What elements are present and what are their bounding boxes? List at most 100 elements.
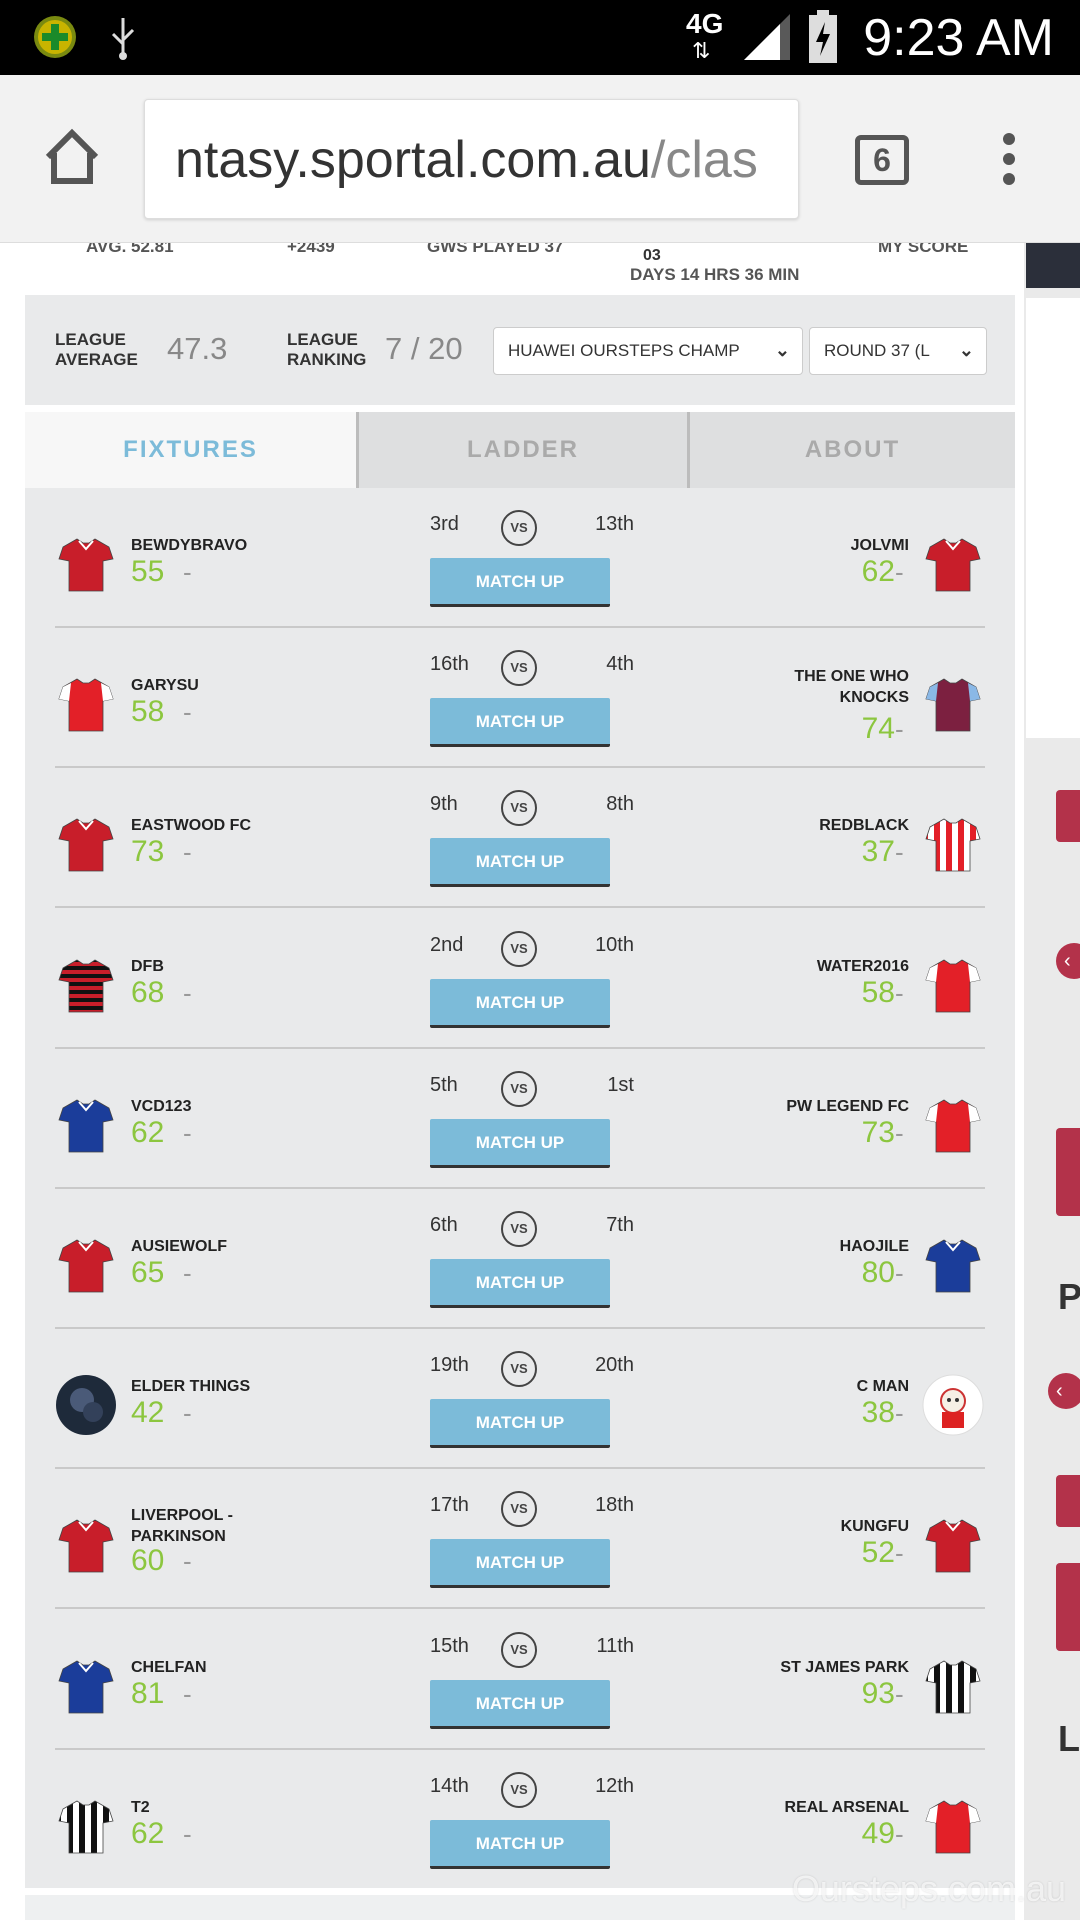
home-team-name: GARYSU <box>131 677 199 695</box>
sidebar-panel <box>1026 298 1080 738</box>
home-team-name: EASTWOOD FC <box>131 817 251 835</box>
home-rank: 2nd <box>430 933 464 956</box>
fixture-row: VCD123 62-5th VS 1st MATCH UP PW LEGEND FC 73- <box>25 1049 1015 1189</box>
fixture-row: DFB 68-2nd VS 10th MATCH UP WATER2016 58- <box>25 909 1015 1049</box>
home-dash: - <box>183 1258 192 1288</box>
home-jersey-icon <box>55 1514 117 1576</box>
home-rank: 3rd <box>430 513 459 535</box>
home-dash: - <box>183 1818 192 1849</box>
vs-icon: VS <box>501 1771 537 1808</box>
round-select[interactable]: ROUND 37 (L ⌄ <box>809 327 987 375</box>
away-dash: - <box>895 1258 904 1288</box>
match-up-button[interactable]: MATCH UP <box>430 1259 610 1308</box>
address-bar[interactable]: ntasy.sportal.com.au/clas <box>144 99 799 219</box>
away-score: 38 <box>861 1396 895 1430</box>
home-rank: 6th <box>430 1214 458 1236</box>
match-up-button[interactable]: MATCH UP <box>430 698 610 748</box>
fixture-row: AUSIEWOLF 65-6th VS 7th MATCH UP HAOJILE 80- <box>25 1189 1015 1329</box>
home-rank: 14th <box>430 1774 469 1797</box>
clock: 9:23 AM <box>863 9 1054 67</box>
away-score: 93 <box>861 1676 895 1710</box>
league-ranking-label: LEAGUE RANKING <box>287 330 367 369</box>
lock-icon <box>1056 790 1080 842</box>
home-dash: - <box>183 557 192 587</box>
sidebar-heading-fragment: La <box>1058 1718 1080 1759</box>
prev-arrow-icon[interactable]: ‹ <box>1048 1373 1080 1409</box>
page-content: AVG. 52.81 +2439 GWS PLAYED 37 03 DAYS 1… <box>0 243 1080 1920</box>
home-dash: - <box>183 697 192 728</box>
match-up-button[interactable]: MATCH UP <box>430 1399 610 1449</box>
sidebar-header-strip <box>1026 243 1080 288</box>
home-score: 60 <box>131 1544 165 1578</box>
home-jersey-icon <box>55 1795 117 1857</box>
away-score: 74 <box>861 712 895 746</box>
home-team-name: T2 <box>131 1798 150 1816</box>
home-icon[interactable] <box>42 127 102 187</box>
home-jersey-icon <box>55 1374 117 1436</box>
home-score: 73 <box>131 835 165 869</box>
sidebar-button[interactable] <box>1056 1563 1080 1651</box>
away-score: 80 <box>861 1256 895 1289</box>
away-team-name: THE ONE WHO KNOCKS <box>794 668 909 707</box>
avg-stat: AVG. 52.81 <box>86 243 174 256</box>
away-team-name: REDBLACK <box>819 817 909 835</box>
signal-icon <box>744 14 790 60</box>
vs-icon: VS <box>501 1351 537 1388</box>
prev-arrow-icon[interactable]: ‹ <box>1056 943 1080 979</box>
away-team-name: C MAN <box>856 1378 909 1396</box>
away-jersey-icon <box>922 954 984 1016</box>
away-rank: 13th <box>595 513 634 535</box>
match-up-button[interactable]: MATCH UP <box>430 1539 610 1589</box>
tab-ladder[interactable]: LADDER <box>359 412 687 488</box>
home-team-name: ELDER THINGS <box>131 1378 251 1396</box>
network-type: 4G <box>686 8 724 39</box>
battery-icon <box>809 10 837 63</box>
away-jersey-icon <box>922 673 984 735</box>
away-team-name: HAOJILE <box>839 1238 909 1255</box>
chevron-down-icon: ⌄ <box>958 340 974 360</box>
sidebar-heading-fragment: Pl <box>1058 1276 1080 1317</box>
tab-about[interactable]: ABOUT <box>690 412 1015 488</box>
home-rank: 5th <box>430 1073 458 1096</box>
away-score: 73 <box>861 1115 895 1149</box>
chevron-down-icon: ⌄ <box>774 340 790 360</box>
vs-icon: VS <box>501 1631 537 1668</box>
home-rank: 16th <box>430 653 469 676</box>
away-dash: - <box>895 1398 904 1429</box>
match-up-button[interactable]: MATCH UP <box>430 1819 610 1869</box>
vs-icon: VS <box>501 510 537 546</box>
gws-played-stat: GWS PLAYED 37 <box>427 243 564 256</box>
countdown: DAYS 14 HRS 36 MIN <box>630 265 800 284</box>
home-rank: 9th <box>430 793 458 816</box>
away-rank: 8th <box>606 793 634 816</box>
url-text: ntasy.sportal.com.au/clas <box>175 131 758 189</box>
league-tabs: FIXTURES LADDER ABOUT <box>25 412 1015 488</box>
sidebar-button[interactable] <box>1056 1128 1080 1216</box>
home-score: 81 <box>131 1676 165 1710</box>
match-up-button[interactable]: MATCH UP <box>430 978 610 1028</box>
fixture-row: LIVERPOOL - PARKINSON 60-17th VS 18th MATCH … <box>25 1469 1015 1610</box>
home-score: 42 <box>131 1396 165 1430</box>
home-score: 65 <box>131 1256 165 1289</box>
match-up-button[interactable]: MATCH UP <box>430 1679 610 1729</box>
match-up-button[interactable]: MATCH UP <box>430 558 610 607</box>
match-up-button[interactable]: MATCH UP <box>430 1118 610 1168</box>
fixture-row: ELDER THINGS 42-19th VS 20th MATCH UP C MAN 38… <box>25 1329 1015 1470</box>
home-team-name: VCD123 <box>131 1097 192 1115</box>
overflow-menu-icon[interactable] <box>1003 133 1015 193</box>
match-up-button[interactable]: MATCH UP <box>430 838 610 888</box>
away-jersey-icon <box>922 813 984 875</box>
away-jersey-icon <box>922 1234 984 1296</box>
away-team-name: KUNGFU <box>840 1518 909 1536</box>
home-dash: - <box>183 1117 192 1148</box>
home-score: 62 <box>131 1816 165 1850</box>
home-dash: - <box>183 1398 192 1429</box>
home-score: 62 <box>131 1115 165 1149</box>
league-select[interactable]: HUAWEI OURSTEPS CHAMP ⌄ <box>493 327 803 375</box>
away-jersey-icon <box>922 1094 984 1156</box>
home-jersey-icon <box>55 673 117 735</box>
status-bar: 4G ⇅ 9:23 AM <box>0 0 1080 75</box>
tab-switcher-button[interactable]: 6 <box>855 135 909 185</box>
away-jersey-icon <box>922 1655 984 1717</box>
tab-fixtures[interactable]: FIXTURES <box>25 412 356 488</box>
